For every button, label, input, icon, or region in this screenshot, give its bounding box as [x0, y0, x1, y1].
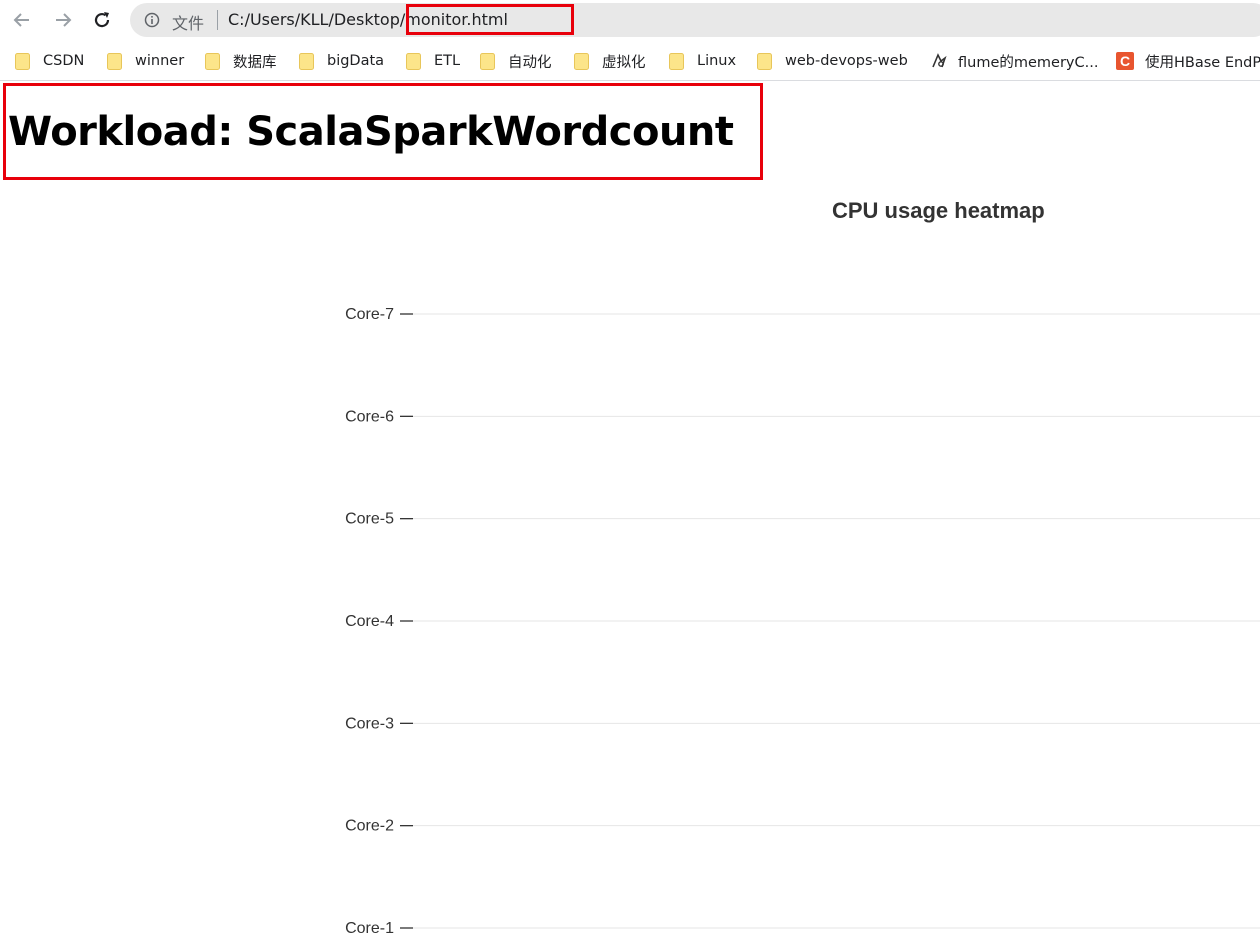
url-highlight-annotation — [406, 4, 574, 35]
page-title: Workload: ScalaSparkWordcount — [8, 109, 734, 155]
site-icon — [932, 53, 947, 68]
folder-icon — [669, 52, 684, 70]
bookmark-virtualization[interactable]: 虚拟化 — [574, 50, 646, 72]
folder-icon — [574, 52, 589, 70]
bookmark-etl[interactable]: ETL — [406, 50, 460, 72]
bookmark-label: CSDN — [43, 53, 85, 69]
folder-icon — [299, 52, 314, 70]
bookmarks-bar: CSDN winner 数据库 bigData ETL 自动化 虚拟化 Linu… — [0, 42, 1260, 81]
bookmark-label: Linux — [697, 53, 737, 69]
arrow-right-icon — [56, 13, 72, 27]
bookmark-automation[interactable]: 自动化 — [480, 50, 552, 72]
bookmark-web-devops-web[interactable]: web-devops-web — [757, 50, 908, 72]
bookmark-label: flume的memeryC... — [958, 54, 1099, 71]
forward-button[interactable] — [51, 8, 75, 32]
csdn-icon: C — [1116, 52, 1134, 70]
arrow-left-icon — [13, 13, 29, 27]
bookmark-flume[interactable]: flume的memeryC... — [930, 50, 1098, 72]
folder-icon — [15, 52, 30, 70]
reload-icon — [94, 12, 110, 28]
y-tick-label-core-2: Core-2 — [345, 818, 394, 835]
bookmark-label: bigData — [327, 53, 385, 69]
bookmark-label: 数据库 — [233, 54, 277, 71]
reload-button[interactable] — [90, 8, 114, 32]
folder-icon — [205, 52, 220, 70]
bookmark-label: 虚拟化 — [602, 54, 646, 71]
chart-title: CPU usage heatmap — [832, 198, 1045, 223]
address-bar[interactable]: 文件 C:/Users/KLL/Desktop/monitor.html — [130, 3, 1260, 37]
y-tick-label-core-5: Core-5 — [345, 511, 394, 528]
bookmark-label: 使用HBase EndP — [1145, 54, 1260, 71]
bookmark-label: winner — [135, 53, 185, 69]
bookmark-csdn[interactable]: CSDN — [15, 50, 84, 72]
y-tick-label-core-3: Core-3 — [345, 715, 394, 732]
bookmark-label: web-devops-web — [785, 53, 908, 69]
bookmark-winner[interactable]: winner — [107, 50, 184, 72]
browser-toolbar: 文件 C:/Users/KLL/Desktop/monitor.html — [0, 0, 1260, 40]
folder-icon — [406, 52, 421, 70]
y-tick-label-core-7: Core-7 — [345, 306, 394, 323]
back-button[interactable] — [10, 8, 34, 32]
bookmark-database[interactable]: 数据库 — [205, 50, 277, 72]
info-icon[interactable] — [144, 12, 160, 28]
bookmark-label: 自动化 — [508, 54, 552, 71]
bookmark-label: ETL — [434, 53, 461, 69]
folder-icon — [107, 52, 122, 70]
y-tick-label-core-6: Core-6 — [345, 408, 394, 425]
address-scheme-label: 文件 — [172, 14, 205, 33]
y-tick-label-core-1: Core-1 — [345, 920, 394, 937]
bookmark-hbase-endpoint[interactable]: C 使用HBase EndP — [1116, 50, 1260, 72]
folder-icon — [757, 52, 772, 70]
bookmark-linux[interactable]: Linux — [669, 50, 736, 72]
address-separator — [217, 10, 218, 30]
folder-icon — [480, 52, 495, 70]
y-tick-label-core-4: Core-4 — [345, 613, 394, 630]
bookmark-bigdata[interactable]: bigData — [299, 50, 384, 72]
